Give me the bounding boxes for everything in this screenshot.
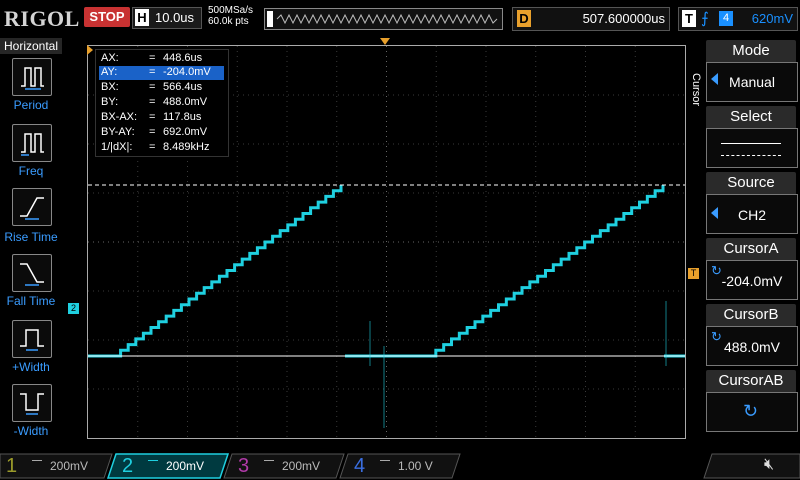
rise-time-label: Rise Time — [4, 230, 58, 244]
cursor-readout-box: AX: = 448.6us AY: = -204.0mV BX: = 566.4us BY:… — [95, 49, 229, 157]
channel-bar: 1 200mV 2 200mV 3 200mV 4 1.00 V 🔇︎ — [0, 452, 800, 480]
channel-1-number: 1 — [6, 455, 18, 477]
channel-3-tab[interactable]: 3 200mV — [234, 454, 338, 478]
rise-time-button[interactable] — [12, 188, 52, 226]
positive-width-icon — [20, 329, 44, 351]
mode-softkey[interactable]: Manual — [706, 62, 798, 102]
mode-value: Manual — [729, 74, 775, 90]
freq-label: Freq — [18, 164, 44, 178]
readout-ay: AY: = -204.0mV — [99, 66, 224, 80]
channel-1-scale: 200mV — [50, 459, 89, 473]
positive-width-button[interactable] — [12, 320, 52, 358]
readout-inv-dx: 1/|dX|: = 8.489kHz — [101, 141, 210, 153]
source-value: CH2 — [737, 207, 766, 223]
channel-1-coupling-icon — [32, 460, 42, 461]
trigger-source: 4 — [719, 11, 733, 26]
cursor-a-value: -204.0mV — [721, 273, 783, 289]
trigger-position-marker[interactable] — [380, 38, 390, 45]
cursor-b-softkey[interactable]: ↻ 488.0mV — [706, 326, 798, 366]
cursor-b-label: CursorB — [706, 304, 796, 326]
negative-width-icon — [20, 393, 44, 415]
t-label: T — [682, 10, 696, 27]
h-label: H — [135, 9, 149, 26]
menu-side-title: Cursor — [690, 73, 702, 107]
run-stop-status[interactable]: STOP — [84, 7, 130, 27]
rise-time-icon — [20, 197, 44, 220]
cursor-a-label: CursorA — [706, 238, 796, 260]
freq-button[interactable] — [12, 124, 52, 162]
channel-4-coupling-icon — [380, 460, 390, 461]
top-status-bar: RIGOL STOP H 10.0us 500MSa/s 60.0k pts D… — [0, 0, 800, 38]
readout-bx-ax: BX-AX: = 117.8us — [101, 111, 202, 123]
channel-4-scale: 1.00 V — [398, 459, 433, 473]
cursor-ab-softkey[interactable]: ↻ — [706, 392, 798, 432]
negative-width-button[interactable] — [12, 384, 52, 422]
source-softkey[interactable]: CH2 — [706, 194, 798, 234]
mode-label: Mode — [706, 40, 796, 62]
memory-depth: 60.0k pts — [208, 16, 249, 27]
timebase-value: 10.0us — [155, 10, 195, 25]
rigol-logo: RIGOL — [4, 6, 80, 31]
horizontal-timebase[interactable]: H 10.0us — [132, 7, 202, 29]
readout-by-ay: BY-AY: = 692.0mV — [101, 126, 208, 138]
cursor-a-softkey[interactable]: ↻ -204.0mV — [706, 260, 798, 300]
period-label: Period — [13, 98, 49, 112]
speaker-mute-icon[interactable]: 🔇︎ — [764, 456, 774, 474]
channel-2-scale: 200mV — [166, 459, 205, 473]
frequency-icon — [21, 133, 44, 156]
fall-time-icon — [20, 263, 44, 286]
channel-2-offset-marker[interactable]: 2 — [68, 303, 79, 314]
select-solid-line-icon — [721, 143, 781, 144]
cursor-b-value: 488.0mV — [723, 339, 781, 355]
delay-value: 507.600000us — [582, 11, 665, 26]
positive-width-label: +Width — [12, 360, 50, 374]
cursor-ab-label: CursorAB — [706, 370, 796, 392]
trigger-level: 620mV — [751, 11, 793, 26]
select-dashed-line-icon — [721, 155, 781, 156]
readout-bx: BX: = 566.4us — [101, 81, 203, 93]
channel-3-scale: 200mV — [282, 459, 321, 473]
trigger-level-marker[interactable]: T — [688, 268, 699, 279]
select-label: Select — [706, 106, 796, 128]
memory-start-marker — [87, 45, 93, 55]
select-softkey[interactable] — [706, 128, 798, 168]
delay-readout[interactable]: D 507.600000us — [512, 7, 670, 31]
rising-edge-icon: ⨍ — [701, 10, 709, 27]
channel-3-coupling-icon — [264, 460, 274, 461]
trace-staircase — [428, 185, 665, 358]
channel-2-tab[interactable]: 2 200mV — [118, 454, 222, 478]
sample-info: 500MSa/s 60.0k pts — [208, 5, 253, 27]
channel-3-number: 3 — [238, 455, 250, 477]
cursor-menu: Mode Manual Select Source CH2 CursorA ↻ … — [704, 38, 800, 452]
period-icon — [21, 67, 44, 90]
memory-overview-wave — [267, 11, 498, 27]
channel-1-tab[interactable]: 1 200mV — [2, 454, 106, 478]
sample-rate: 500MSa/s — [208, 5, 254, 16]
trace-staircase — [113, 185, 343, 358]
channel-2-coupling-icon — [148, 460, 158, 461]
d-label: D — [517, 10, 531, 27]
readout-ax: AX: = 448.6us — [101, 52, 203, 64]
readout-by: BY: = 488.0mV — [101, 96, 208, 108]
period-button[interactable] — [12, 58, 52, 96]
fall-time-label: Fall Time — [6, 294, 56, 308]
source-label: Source — [706, 172, 796, 194]
channel-2-number: 2 — [122, 455, 134, 477]
channel-4-number: 4 — [354, 455, 366, 477]
fall-time-button[interactable] — [12, 254, 52, 292]
panel-title: Horizontal — [0, 38, 62, 54]
channel-4-tab[interactable]: 4 1.00 V — [350, 454, 454, 478]
trigger-readout[interactable]: T ⨍ 4 620mV — [678, 7, 798, 31]
memory-waveform-overview — [264, 8, 503, 30]
horizontal-measure-panel: Horizontal Period Freq Rise Time Fall Ti… — [0, 38, 62, 452]
negative-width-label: -Width — [13, 424, 49, 438]
rotate-icon: ↻ — [743, 401, 759, 421]
